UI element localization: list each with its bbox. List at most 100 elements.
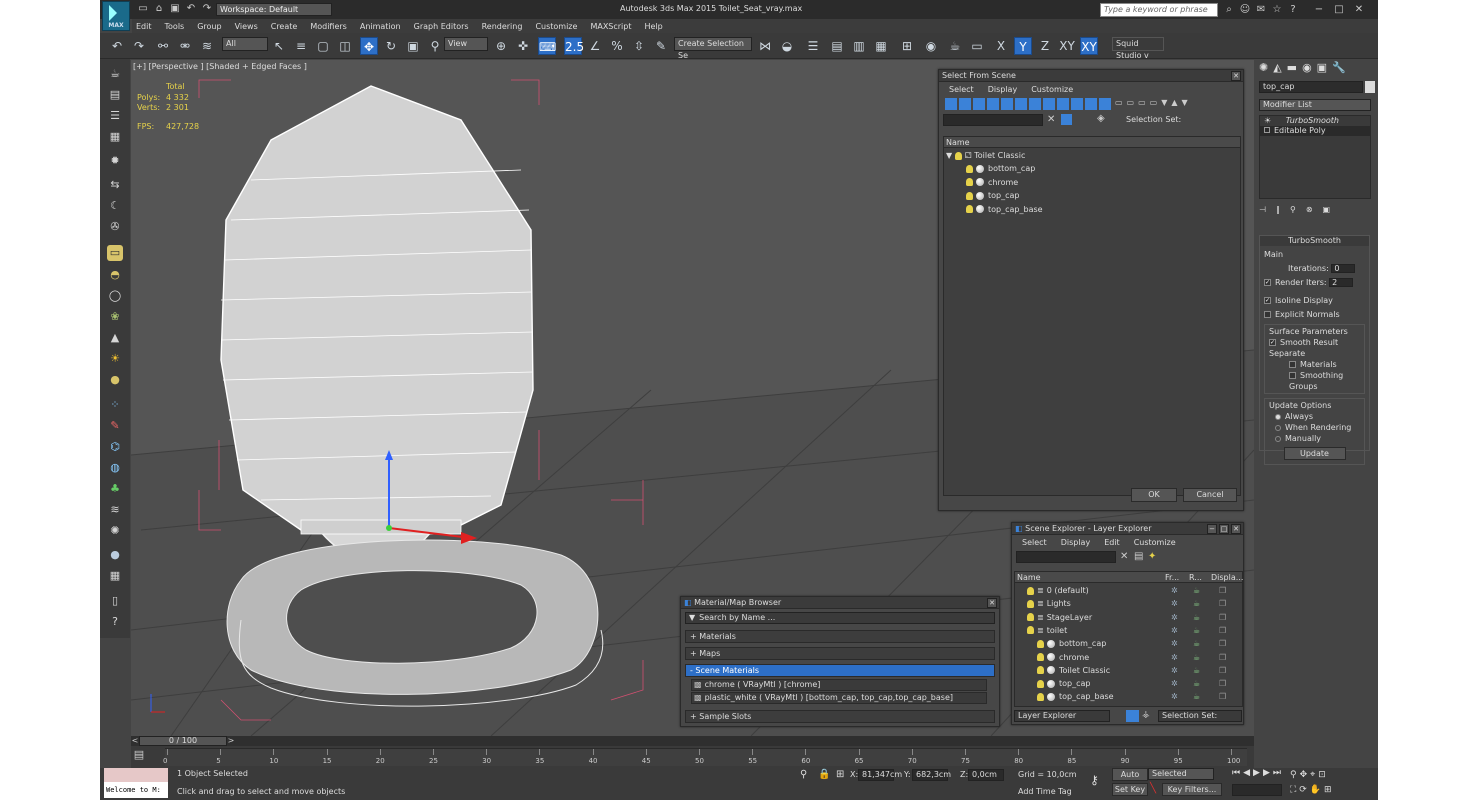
- keyword-search-input[interactable]: Type a keyword or phrase: [1100, 3, 1218, 17]
- smoothing-groups-checkbox[interactable]: [1289, 372, 1296, 379]
- type-filter-icons[interactable]: [945, 98, 1111, 110]
- snaps-toggle-icon[interactable]: 2.5: [564, 37, 584, 55]
- display-box-icon[interactable]: ❒: [1219, 612, 1226, 624]
- display-box-icon[interactable]: ❒: [1219, 598, 1226, 610]
- visibility-bulb-icon[interactable]: [1027, 586, 1034, 595]
- mirror-icon[interactable]: ⋈: [756, 37, 774, 55]
- search-icon[interactable]: ⌕: [1222, 3, 1236, 17]
- sfs-tool-icons[interactable]: ▭▭▭▭▼▲▼: [1115, 98, 1235, 110]
- display-box-icon[interactable]: ❒: [1219, 625, 1226, 637]
- render-teapot-icon[interactable]: ☕: [1193, 585, 1200, 597]
- menu-help[interactable]: Help: [645, 22, 663, 31]
- freeze-icon[interactable]: ✲: [1171, 691, 1178, 703]
- menu-tools[interactable]: Tools: [165, 22, 185, 31]
- app-logo-icon[interactable]: MAX: [102, 1, 130, 31]
- subscription-icon[interactable]: ☺: [1238, 3, 1252, 17]
- sample-slots-section[interactable]: + Sample Slots: [685, 710, 995, 723]
- pivot-center-icon[interactable]: ⊕: [492, 37, 510, 55]
- z-coordinate-field[interactable]: 0,0cm: [968, 769, 1004, 781]
- axis-xy-constraint-icon[interactable]: XY: [1080, 37, 1098, 55]
- materials-checkbox[interactable]: [1289, 361, 1296, 368]
- close-icon[interactable]: ✕: [1352, 3, 1366, 17]
- light-bulb-icon[interactable]: ✹: [107, 153, 123, 169]
- close-icon[interactable]: ✕: [1231, 524, 1241, 534]
- highlight-icon[interactable]: ✦: [1148, 551, 1156, 562]
- bind-space-warp-icon[interactable]: ≋: [198, 37, 216, 55]
- plane-icon[interactable]: ▭: [107, 245, 123, 261]
- hair-icon[interactable]: ≋: [107, 502, 123, 518]
- render-teapot-icon[interactable]: ☕: [1193, 652, 1200, 664]
- manipulate-icon[interactable]: ✜: [514, 37, 532, 55]
- menu-views[interactable]: Views: [235, 22, 258, 31]
- sfs-item-row[interactable]: chrome: [966, 177, 1018, 189]
- maximize-icon[interactable]: □: [1332, 3, 1346, 17]
- stack-tools[interactable]: ⊣‖⚲⊗▣: [1259, 205, 1371, 217]
- redo-small-icon[interactable]: ↷: [200, 2, 214, 16]
- se-menu-customize[interactable]: Customize: [1134, 538, 1176, 547]
- scene-material-item[interactable]: ▩ chrome ( VRayMtl ) [chrome]: [691, 679, 987, 691]
- minimize-icon[interactable]: −: [1312, 3, 1326, 17]
- render-teapot-icon[interactable]: ☕: [1193, 691, 1200, 703]
- stack-item-turbosmooth[interactable]: ☀ TurboSmooth: [1260, 116, 1370, 126]
- key-filters-button[interactable]: Key Filters...: [1162, 783, 1222, 796]
- scene-materials-section[interactable]: - Scene Materials: [685, 664, 995, 677]
- visibility-bulb-icon[interactable]: [1027, 613, 1034, 622]
- se-row[interactable]: bottom_cap ✲ ☕ ❒: [1015, 638, 1242, 650]
- visibility-bulb-icon[interactable]: [1037, 653, 1044, 661]
- paint-icon[interactable]: ✎: [107, 418, 123, 434]
- sun-icon[interactable]: ☀: [107, 351, 123, 367]
- display-box-icon[interactable]: ❒: [1219, 585, 1226, 597]
- y-coordinate-field[interactable]: 682,3cm: [912, 769, 951, 781]
- se-row[interactable]: ≣ Lights ✲ ☕ ❒: [1015, 598, 1242, 610]
- visibility-bulb-icon[interactable]: [1037, 666, 1044, 675]
- select-rotate-icon[interactable]: ↻: [382, 37, 400, 55]
- dropdown-arrow-icon[interactable]: ▼: [689, 613, 695, 622]
- place-icon[interactable]: ⚲: [426, 37, 444, 55]
- manually-radio[interactable]: [1275, 435, 1281, 442]
- material-editor-icon[interactable]: ◉: [922, 37, 940, 55]
- visibility-bulb-icon[interactable]: [966, 164, 973, 173]
- freeze-icon[interactable]: ✲: [1171, 612, 1178, 624]
- maxscript-listener-pink[interactable]: [104, 768, 168, 782]
- se-column-frozen[interactable]: Fr...: [1165, 573, 1179, 582]
- unlink-icon[interactable]: ⚮: [176, 37, 194, 55]
- menu-group[interactable]: Group: [197, 22, 221, 31]
- redo-icon[interactable]: ↷: [130, 37, 148, 55]
- update-button[interactable]: Update: [1283, 447, 1346, 460]
- object-color-swatch[interactable]: [1365, 81, 1375, 93]
- grass-icon[interactable]: ♣: [107, 481, 123, 497]
- menu-rendering[interactable]: Rendering: [482, 22, 523, 31]
- add-time-tag[interactable]: Add Time Tag: [1018, 787, 1072, 796]
- smooth-result-checkbox[interactable]: ✓: [1269, 339, 1276, 346]
- scene-explorer-icon[interactable]: ☰: [804, 37, 822, 55]
- clear-search-icon[interactable]: ✕: [1120, 551, 1128, 562]
- sfs-menu-display[interactable]: Display: [988, 85, 1018, 94]
- render-teapot-icon[interactable]: ☕: [1193, 612, 1200, 624]
- modifier-list-dropdown[interactable]: Modifier List: [1259, 99, 1371, 111]
- key-mode-dropdown[interactable]: Selected: [1148, 768, 1214, 780]
- rendered-frame-icon[interactable]: ▭: [968, 37, 986, 55]
- freeze-icon[interactable]: ✲: [1171, 652, 1178, 664]
- curve-editor-icon[interactable]: ▦: [872, 37, 890, 55]
- help-circle-icon[interactable]: ?: [107, 614, 123, 630]
- window-crossing-icon[interactable]: ◫: [336, 37, 354, 55]
- percent-snap-icon[interactable]: %: [608, 37, 626, 55]
- menu-edit[interactable]: Edit: [136, 22, 152, 31]
- se-row[interactable]: ≣ StageLayer ✲ ☕ ❒: [1015, 612, 1242, 624]
- viewport-label[interactable]: [+] [Perspective ] [Shaded + Edged Faces…: [133, 62, 307, 71]
- keyboard-shortcut-override-icon[interactable]: ⌨: [538, 37, 556, 55]
- layer-toggle-icon[interactable]: [1126, 710, 1139, 722]
- hierarchy-icon[interactable]: ⚶: [1142, 710, 1150, 720]
- teapot-icon[interactable]: ☕: [107, 66, 123, 82]
- table-icon[interactable]: ▦: [107, 568, 123, 584]
- auto-key-button[interactable]: Auto Key: [1112, 768, 1148, 791]
- visibility-bulb-icon[interactable]: [966, 191, 973, 200]
- maps-section[interactable]: + Maps: [685, 647, 995, 660]
- explorer-selection-set[interactable]: Selection Set:: [1158, 710, 1242, 722]
- visibility-bulb-icon[interactable]: [1027, 626, 1034, 635]
- material-search-input[interactable]: ▼ Search by Name ...: [685, 612, 995, 624]
- network-icon[interactable]: ⌬: [107, 439, 123, 455]
- freeze-icon[interactable]: ✲: [1171, 585, 1178, 597]
- prev-frame-icon[interactable]: <: [131, 736, 139, 746]
- se-row[interactable]: chrome ✲ ☕ ❒: [1015, 652, 1242, 664]
